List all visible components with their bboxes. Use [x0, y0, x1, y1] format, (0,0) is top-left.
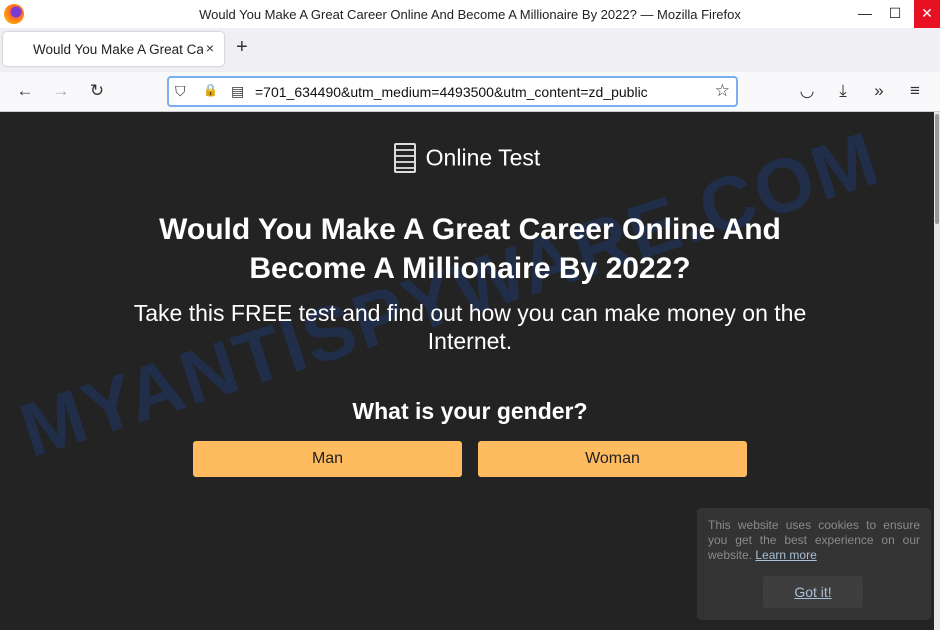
got-it-button[interactable]: Got it! — [763, 576, 863, 608]
question: What is your gender? — [352, 398, 588, 424]
forward-button[interactable]: → — [50, 81, 72, 101]
page-headline: Would You Make A Great Career Online And… — [159, 213, 781, 285]
close-window-button[interactable]: ✕ — [914, 0, 940, 28]
scrollbar[interactable] — [934, 112, 940, 630]
page-subheadline: Take this FREE test and find out how you… — [133, 300, 807, 354]
answer-man-button[interactable]: Man — [193, 441, 462, 477]
maximize-button[interactable]: ☐ — [880, 0, 910, 28]
cookie-banner: This website uses cookies to ensure you … — [697, 508, 931, 620]
tab-close-icon[interactable]: × — [206, 40, 214, 56]
logo-text: Online Test — [425, 144, 541, 171]
address-bar[interactable]: ⛉ 🔒 ▤ =701_634490&utm_medium=4493500&utm… — [167, 76, 738, 107]
reload-button[interactable]: ↻ — [86, 81, 108, 101]
shield-icon[interactable]: ⛉ — [175, 83, 186, 100]
site-logo: Online Test — [0, 143, 934, 173]
title-bar: Would You Make A Great Career Online And… — [0, 0, 940, 28]
scrollbar-thumb[interactable] — [935, 114, 939, 224]
tab-active[interactable]: Would You Make A Great Career Online And… — [3, 32, 224, 66]
download-icon[interactable]: ⤓ — [832, 81, 854, 101]
learn-more-link[interactable]: Learn more — [755, 548, 816, 562]
answer-woman-button[interactable]: Woman — [478, 441, 747, 477]
permissions-icon[interactable]: ▤ — [231, 83, 244, 100]
bookmark-star-icon[interactable]: ☆ — [715, 81, 730, 101]
pocket-icon[interactable]: ◡ — [796, 81, 818, 101]
new-tab-button[interactable]: + — [236, 36, 248, 59]
url-input[interactable]: =701_634490&utm_medium=4493500&utm_conte… — [255, 84, 710, 100]
minimize-button[interactable]: — — [850, 0, 880, 28]
checklist-icon — [393, 143, 416, 173]
page-content: MYANTISPYWARE.COM Online Test Would You … — [0, 112, 934, 630]
navigation-bar: ← → ↻ ⛉ 🔒 ▤ =701_634490&utm_medium=44935… — [0, 72, 940, 112]
tab-bar: Would You Make A Great Career Online And… — [0, 28, 940, 72]
tab-label: Would You Make A Great Career Online And… — [33, 42, 203, 57]
window-title: Would You Make A Great Career Online And… — [199, 7, 741, 22]
overflow-icon[interactable]: » — [868, 81, 890, 101]
lock-icon[interactable]: 🔒 — [203, 83, 218, 97]
menu-icon[interactable]: ≡ — [904, 81, 926, 101]
back-button[interactable]: ← — [14, 81, 36, 101]
